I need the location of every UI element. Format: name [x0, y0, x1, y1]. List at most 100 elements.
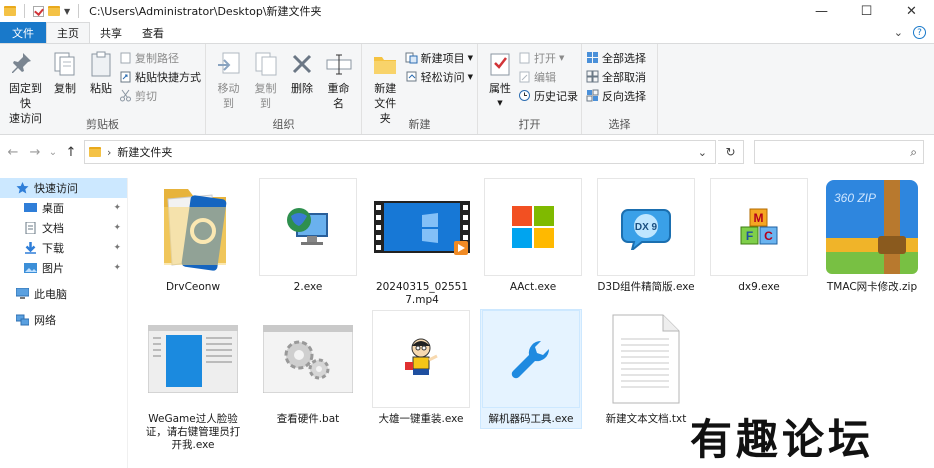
back-button[interactable]: ←: [2, 145, 24, 160]
file-name: D3D组件精简版.exe: [597, 281, 695, 293]
zip-archive-icon: 360 ZIP: [823, 178, 921, 276]
file-item[interactable]: AAct.exe: [483, 178, 583, 296]
nav-label: 下载: [42, 242, 64, 255]
search-input[interactable]: ⌕: [754, 140, 924, 164]
clipboard-group: 固定到快 速访问 复制 粘贴 复制路径 粘贴快捷方式 剪切 剪贴板: [0, 44, 206, 134]
nav-item-quick-access[interactable]: 快速访问: [0, 178, 127, 198]
new-item-icon: [405, 51, 418, 64]
file-item[interactable]: 新建文本文档.txt: [596, 310, 696, 428]
pin-icon: ✦: [113, 263, 121, 273]
file-item[interactable]: 大雄一键重装.exe: [371, 310, 471, 428]
divider: [24, 4, 25, 18]
folder-icon: [4, 6, 16, 16]
close-button[interactable]: ✕: [889, 0, 934, 22]
file-item[interactable]: 2.exe: [258, 178, 358, 296]
file-name: 20240315_025517.mp4: [375, 281, 469, 306]
file-name: 大雄一键重装.exe: [378, 413, 464, 425]
breadcrumb-separator: ›: [107, 145, 112, 159]
delete-label: 删除: [291, 82, 313, 95]
nav-item-network[interactable]: 网络: [0, 310, 127, 330]
collapse-ribbon-icon[interactable]: ⌄: [894, 26, 903, 39]
cut-button[interactable]: 剪切: [119, 87, 201, 104]
maximize-button[interactable]: ☐: [844, 0, 889, 22]
address-dropdown-icon[interactable]: ⌄: [698, 146, 707, 159]
easy-access-button[interactable]: 轻松访问 ▼: [405, 68, 473, 85]
document-icon: [24, 221, 37, 235]
paste-label: 粘贴: [90, 82, 112, 95]
tab-file[interactable]: 文件: [0, 22, 46, 43]
network-icon: [15, 314, 30, 326]
help-icon[interactable]: ?: [913, 26, 926, 39]
history-button[interactable]: 历史记录: [518, 87, 578, 104]
file-item[interactable]: 查看硬件.bat: [258, 310, 358, 428]
properties-quick-icon[interactable]: [33, 5, 44, 17]
file-item[interactable]: WeGame过人脸验证，请右键管理员打开我.exe: [143, 310, 243, 454]
navigation-pane: 快速访问 桌面 ✦ 文档 ✦ 下载 ✦ 图片 ✦ 此电脑 网络: [0, 178, 128, 468]
zip-badge-text: 360 ZIP: [834, 191, 876, 205]
tab-home[interactable]: 主页: [46, 22, 90, 43]
dropdown-arrow-icon: ▼: [467, 72, 473, 81]
nav-item-documents[interactable]: 文档 ✦: [0, 218, 127, 238]
refresh-button[interactable]: ↻: [718, 140, 744, 164]
up-button[interactable]: ↑: [60, 145, 82, 160]
customize-dropdown-icon[interactable]: ▼: [64, 7, 70, 16]
new-folder-label: 新建: [374, 82, 397, 95]
file-item[interactable]: 360 ZIP TMAC网卡修改.zip: [822, 178, 922, 296]
file-name: 2.exe: [293, 281, 323, 293]
copy-path-button[interactable]: 复制路径: [119, 49, 201, 66]
tab-share[interactable]: 共享: [90, 22, 132, 43]
directx-icon: DX 9: [597, 178, 695, 276]
rename-label: 重命名: [327, 82, 350, 110]
dx-badge-text: DX 9: [635, 222, 658, 233]
paste-shortcut-button[interactable]: 粘贴快捷方式: [119, 68, 201, 85]
ribbon-tabs: 文件 主页 共享 查看 ⌄ ?: [0, 22, 934, 43]
dropdown-arrow-icon: ▼: [467, 53, 473, 62]
file-item[interactable]: M F C dx9.exe: [709, 178, 809, 296]
nav-item-this-pc[interactable]: 此电脑: [0, 284, 127, 304]
minimize-button[interactable]: —: [799, 0, 844, 22]
paste-shortcut-icon: [119, 70, 132, 83]
breadcrumb[interactable]: 新建文件夹: [117, 144, 172, 160]
select-all-button[interactable]: 全部选择: [586, 49, 646, 66]
video-thumbnail-icon: [373, 178, 471, 276]
new-group-label: 新建: [408, 118, 431, 131]
windows-logo-icon: [484, 178, 582, 276]
new-folder-quick-icon[interactable]: [48, 6, 60, 16]
open-group-label: 打开: [518, 118, 541, 131]
download-icon: [24, 242, 37, 254]
search-icon: ⌕: [910, 144, 917, 159]
star-icon: [16, 182, 29, 194]
pin-icon: ✦: [113, 223, 121, 233]
invert-selection-label: 反向选择: [602, 89, 646, 103]
select-none-button[interactable]: 全部取消: [586, 68, 646, 85]
invert-selection-button[interactable]: 反向选择: [586, 87, 646, 104]
move-to-icon: [214, 49, 244, 79]
computer-icon: [15, 287, 30, 300]
tab-view[interactable]: 查看: [132, 22, 174, 43]
folder-thumbnail-icon: [144, 178, 242, 276]
forward-button[interactable]: →: [24, 145, 46, 160]
edit-button[interactable]: 编辑: [518, 68, 578, 85]
new-group: 新建 文件夹 新建项目 ▼ 轻松访问 ▼ 新建: [362, 44, 478, 134]
scissors-icon: [119, 89, 132, 102]
file-item[interactable]: 20240315_025517.mp4: [372, 178, 472, 309]
nav-item-pictures[interactable]: 图片 ✦: [0, 258, 127, 278]
file-item-selected[interactable]: 解机器码工具.exe: [480, 309, 582, 429]
desktop-icon: [24, 202, 37, 214]
nav-item-desktop[interactable]: 桌面 ✦: [0, 198, 127, 218]
window-title: C:\Users\Administrator\Desktop\新建文件夹: [89, 5, 322, 18]
new-item-button[interactable]: 新建项目 ▼: [405, 49, 473, 66]
block-letter-f: F: [746, 229, 753, 243]
wrench-tool-icon: [482, 310, 580, 408]
recent-locations-button[interactable]: ⌄: [46, 147, 60, 158]
nav-item-downloads[interactable]: 下载 ✦: [0, 238, 127, 258]
address-box[interactable]: › 新建文件夹 ⌄: [84, 140, 716, 164]
file-item[interactable]: DX 9 D3D组件精简版.exe: [596, 178, 696, 296]
properties-label: 属性: [489, 82, 511, 95]
open-button[interactable]: 打开 ▼: [518, 49, 578, 66]
file-name: DrvCeonw: [165, 281, 221, 293]
file-item[interactable]: DrvCeonw: [143, 178, 243, 296]
paste-icon: [86, 49, 116, 79]
pin-icon: ✦: [113, 203, 121, 213]
address-bar-row: ← → ⌄ ↑ › 新建文件夹 ⌄ ↻ ⌕: [0, 138, 934, 166]
